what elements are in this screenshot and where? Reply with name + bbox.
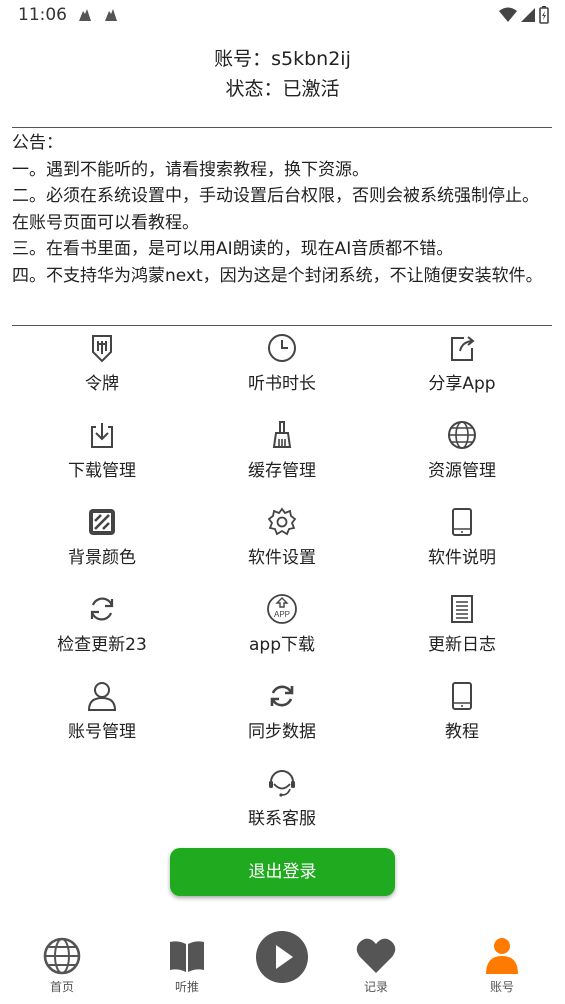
menu-label: 联系客服 — [248, 809, 316, 829]
headset-icon — [269, 770, 295, 797]
bird-notification-icon — [102, 6, 120, 28]
play-icon — [256, 931, 308, 983]
tablet-icon — [452, 682, 472, 710]
menu-label: 软件设置 — [248, 548, 316, 568]
menu-item-background-color[interactable]: 背景颜色 — [12, 502, 192, 582]
nav-label: 记录 — [363, 980, 388, 994]
download-icon — [91, 423, 113, 448]
menu-item-account-manager[interactable]: 账号管理 — [12, 676, 192, 756]
account-id: 账号：s5kbn2ij — [214, 48, 351, 70]
menu-label: 检查更新23 — [57, 635, 147, 655]
user-icon — [87, 682, 117, 711]
sync-icon — [270, 685, 294, 707]
menu-item-cache-manager[interactable]: 缓存管理 — [192, 415, 372, 495]
status-time: 11:06 — [18, 5, 67, 25]
menu-item-share-app[interactable]: 分享App — [372, 328, 552, 408]
status-indicators — [499, 6, 549, 24]
bottom-nav: 首页 听推 记录 账号 — [0, 928, 565, 1004]
battery-icon — [539, 6, 549, 24]
menu-item-software-settings[interactable]: 软件设置 — [192, 502, 372, 582]
nav-home[interactable]: 首页 — [22, 928, 102, 995]
nav-listen-recommend[interactable]: 听推 — [147, 928, 227, 995]
notice-line: 四。不支持华为鸿蒙next，因为这是个封闭系统，不让随便安装软件。 — [12, 265, 543, 286]
document-icon — [451, 595, 473, 623]
notice-line: 二。必须在系统设置中，手动设置后台权限，否则会被系统强制停止。在账号页面可以看教… — [12, 186, 539, 233]
account-status: 状态：已激活 — [225, 78, 340, 100]
menu-label: 分享App — [428, 374, 496, 394]
menu-label: 资源管理 — [428, 461, 496, 481]
wifi-icon — [499, 7, 517, 22]
menu-label: 背景颜色 — [68, 548, 136, 568]
status-bar: 11:06 — [0, 0, 565, 32]
share-icon — [451, 336, 475, 361]
menu-item-token[interactable]: 令牌 — [12, 328, 192, 408]
menu-label: 账号管理 — [68, 722, 136, 742]
account-info: 账号：s5kbn2ij 状态：已激活 — [0, 44, 565, 104]
menu-item-check-update[interactable]: 检查更新23 — [12, 589, 192, 669]
heart-icon — [356, 938, 396, 973]
nav-label: 首页 — [49, 980, 74, 994]
menu-item-app-download[interactable]: APP app下载 — [192, 589, 372, 669]
menu-item-sync-data[interactable]: 同步数据 — [192, 676, 372, 756]
menu-item-customer-service[interactable]: 联系客服 — [192, 763, 372, 843]
menu-item-resource-manager[interactable]: 资源管理 — [372, 415, 552, 495]
menu-item-software-guide[interactable]: 软件说明 — [372, 502, 552, 582]
logout-button[interactable]: 退出登录 — [170, 848, 395, 896]
nav-label: 账号 — [489, 980, 514, 994]
refresh-icon — [90, 597, 114, 621]
notice-board: 公告： 一。遇到不能听的，请看搜索教程，换下资源。 二。必须在系统设置中，手动设… — [12, 127, 552, 326]
nav-play[interactable] — [242, 928, 322, 984]
gear-icon — [267, 507, 297, 536]
globe-icon — [43, 937, 81, 975]
token-icon — [92, 335, 112, 363]
app-download-icon: APP — [267, 594, 297, 624]
nav-history[interactable]: 记录 — [336, 928, 416, 995]
broom-icon — [272, 421, 292, 448]
bird-notification-icon — [76, 6, 94, 28]
menu-item-listen-time[interactable]: 听书时长 — [192, 328, 372, 408]
menu-item-changelog[interactable]: 更新日志 — [372, 589, 552, 669]
menu-label: 听书时长 — [248, 374, 316, 394]
menu-item-tutorial[interactable]: 教程 — [372, 676, 552, 756]
menu-label: 下载管理 — [68, 461, 136, 481]
person-icon — [486, 938, 518, 974]
menu-label: 令牌 — [85, 374, 119, 394]
menu-item-download-manager[interactable]: 下载管理 — [12, 415, 192, 495]
book-icon — [170, 941, 204, 972]
menu-label: app下载 — [249, 635, 315, 655]
menu-label: 更新日志 — [428, 635, 496, 655]
clock-icon — [268, 334, 296, 362]
notice-title: 公告： — [12, 133, 63, 153]
globe-icon — [448, 421, 476, 449]
notice-line: 一。遇到不能听的，请看搜索教程，换下资源。 — [12, 159, 369, 180]
svg-text:APP: APP — [274, 610, 290, 619]
menu-label: 同步数据 — [248, 722, 316, 742]
tablet-icon — [452, 508, 472, 536]
nav-label: 听推 — [174, 980, 199, 994]
notice-line: 三。在看书里面，是可以用AI朗读的，现在AI音质都不错。 — [12, 239, 454, 259]
nav-account[interactable]: 账号 — [462, 928, 542, 995]
menu-label: 软件说明 — [428, 548, 496, 568]
pattern-icon — [89, 509, 115, 535]
menu-label: 教程 — [445, 722, 479, 742]
signal-icon — [521, 8, 535, 22]
menu-label: 缓存管理 — [248, 461, 316, 481]
